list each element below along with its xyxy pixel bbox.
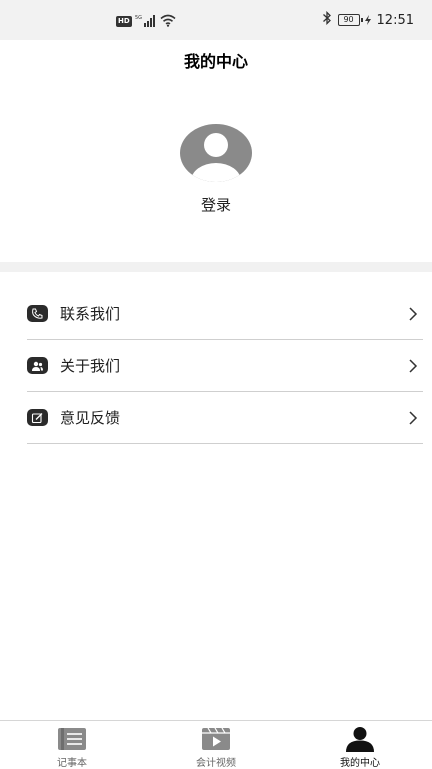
user-icon xyxy=(345,726,375,752)
wifi-icon xyxy=(160,12,176,31)
bottom-nav: 记事本 会计视频 我的中心 xyxy=(0,720,432,769)
charging-icon xyxy=(364,15,371,25)
svg-text:5G: 5G xyxy=(135,15,142,21)
chevron-right-icon xyxy=(409,358,418,373)
signal-icon: 5G xyxy=(135,12,157,31)
battery-level: 90 xyxy=(337,14,360,26)
nav-label: 记事本 xyxy=(57,758,87,769)
menu-item-label: 关于我们 xyxy=(60,357,121,375)
system-indicators: 90 12:51 xyxy=(322,10,414,29)
nav-label: 我的中心 xyxy=(340,758,380,769)
menu-item-feedback[interactable]: 意见反馈 xyxy=(27,392,423,444)
chevron-right-icon xyxy=(409,306,418,321)
login-link[interactable]: 登录 xyxy=(0,194,432,215)
people-icon xyxy=(27,357,48,374)
bluetooth-icon xyxy=(322,10,332,29)
edit-icon xyxy=(27,409,48,426)
menu-item-contact[interactable]: 联系我们 xyxy=(27,288,423,340)
battery-tip xyxy=(360,18,363,22)
avatar-icon xyxy=(180,124,252,182)
avatar[interactable] xyxy=(179,123,253,183)
nav-item-notebook[interactable]: 记事本 xyxy=(0,721,144,769)
menu-item-about[interactable]: 关于我们 xyxy=(27,340,423,392)
nav-item-video[interactable]: 会计视频 xyxy=(144,721,288,769)
chevron-right-icon xyxy=(409,410,418,425)
menu-item-label: 联系我们 xyxy=(60,305,121,323)
hd-badge: HD xyxy=(116,15,132,27)
battery-indicator: 90 xyxy=(337,14,371,26)
clock: 12:51 xyxy=(376,12,414,28)
status-bar: HD 5G 90 12:51 xyxy=(0,0,432,40)
phone-icon xyxy=(27,305,48,322)
notebook-icon xyxy=(57,726,87,752)
page-title: 我的中心 xyxy=(183,52,248,71)
section-divider xyxy=(0,262,432,272)
video-icon xyxy=(201,726,231,752)
network-indicators: HD 5G xyxy=(116,14,176,28)
nav-item-my-center[interactable]: 我的中心 xyxy=(288,721,432,769)
nav-label: 会计视频 xyxy=(196,758,236,769)
menu-item-label: 意见反馈 xyxy=(60,409,121,427)
